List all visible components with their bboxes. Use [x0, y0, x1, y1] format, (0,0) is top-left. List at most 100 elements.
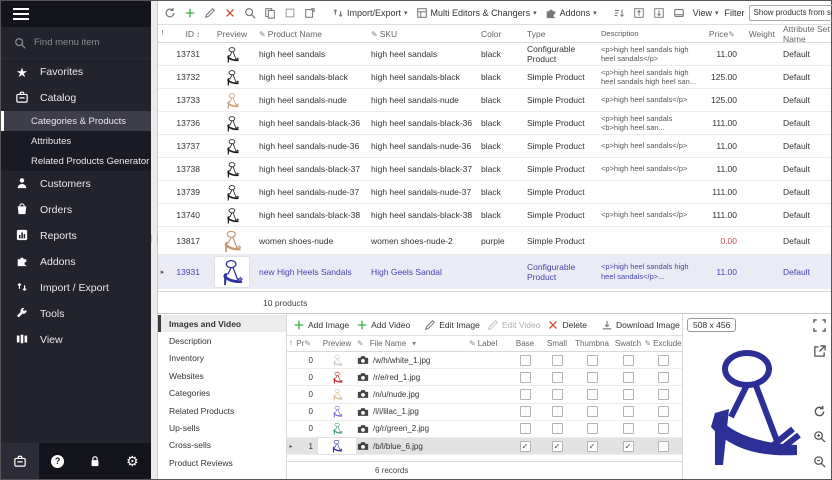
rotate-icon[interactable] [813, 405, 826, 423]
exclude-checkbox[interactable] [658, 372, 669, 383]
column-header-preview[interactable]: Preview [205, 29, 259, 39]
thumbnail-checkbox[interactable] [587, 372, 598, 383]
tab-description[interactable]: Description [158, 332, 286, 349]
hamburger-menu-icon[interactable] [13, 5, 29, 23]
small-checkbox[interactable] [552, 389, 563, 400]
base-checkbox[interactable] [520, 389, 531, 400]
product-row[interactable]: 13737 high heel sandals-nude-36high heel… [158, 135, 831, 158]
column-header-attribute-set[interactable]: Attribute Set Name [775, 25, 831, 44]
store-button[interactable] [1, 443, 39, 479]
settings-button[interactable]: ⚙ [114, 443, 151, 479]
sidebar-item-tools[interactable]: Tools [1, 301, 151, 327]
download-image-button[interactable]: Download Image [599, 317, 682, 333]
image-row[interactable]: 0 /g/r/green_2.jpg [287, 421, 682, 438]
column-header-type[interactable]: Type [527, 29, 601, 39]
swatch-checkbox[interactable] [623, 406, 634, 417]
tab-product-reviews[interactable]: Product Reviews [158, 454, 286, 471]
image-row[interactable]: 0 /w/h/white_1.jpg [287, 352, 682, 369]
sort-az-button[interactable] [611, 5, 627, 21]
sidebar-item-view[interactable]: View [1, 327, 151, 353]
add-video-button[interactable]: Add Video [354, 317, 412, 333]
small-checkbox[interactable] [552, 423, 563, 434]
product-row-selected[interactable]: ▸13931 new High Heels SandalsHigh Geels … [158, 255, 831, 289]
swatch-checkbox[interactable] [623, 389, 634, 400]
tab-cross-sells[interactable]: Cross-sells [158, 437, 286, 454]
select-checkbox-button[interactable] [282, 5, 298, 21]
panel-layout-button[interactable] [671, 5, 687, 21]
thumbnail-checkbox[interactable] [587, 389, 598, 400]
exclude-checkbox[interactable] [658, 441, 669, 452]
small-checkbox[interactable] [552, 441, 563, 452]
exclude-checkbox[interactable] [658, 355, 669, 366]
sidebar-item-catalog[interactable]: Catalog [1, 85, 151, 111]
sidebar-item-reports[interactable]: Reports [1, 223, 151, 249]
sidebar-item-favorites[interactable]: ★ Favorites [1, 59, 151, 85]
zoom-in-icon[interactable] [813, 430, 826, 448]
sidebar-item-related-products-generator[interactable]: Related Products Generator [1, 151, 151, 171]
swatch-checkbox[interactable] [623, 372, 634, 383]
column-header-sku[interactable]: ✎SKU [371, 29, 481, 39]
add-image-button[interactable]: Add Image [291, 317, 351, 333]
edit-product-button[interactable] [202, 5, 218, 21]
search-button[interactable] [242, 5, 258, 21]
sidebar-item-orders[interactable]: Orders [1, 197, 151, 223]
product-row[interactable]: 13736 high heel sandals-black-36high hee… [158, 112, 831, 135]
thumbnail-checkbox[interactable] [587, 406, 598, 417]
small-checkbox[interactable] [552, 355, 563, 366]
product-row[interactable]: 13732 high heel sandals-blackhigh heel s… [158, 66, 831, 89]
column-header-exclude[interactable]: ✎Exclude [645, 339, 681, 348]
tab-related-products[interactable]: Related Products [158, 402, 286, 419]
add-product-button[interactable] [182, 5, 198, 21]
fullscreen-icon[interactable] [813, 319, 826, 337]
column-header-thumbnail[interactable]: Thumbna [573, 339, 611, 348]
duplicate-button[interactable] [302, 5, 318, 21]
tab-up-sells[interactable]: Up-sells [158, 419, 286, 436]
sidebar-item-addons[interactable]: Addons [1, 249, 151, 275]
small-checkbox[interactable] [552, 372, 563, 383]
small-checkbox[interactable] [552, 406, 563, 417]
column-header-swatch[interactable]: Swatch [611, 339, 645, 348]
sidebar-item-import-export[interactable]: Import / Export [1, 275, 151, 301]
column-header-description[interactable]: Description [601, 29, 699, 38]
zoom-out-icon[interactable] [813, 455, 826, 473]
column-header-id[interactable]: ID↕ [167, 29, 205, 39]
product-row[interactable]: 13733 high heel sandals-nudehigh heel sa… [158, 89, 831, 112]
exclude-checkbox[interactable] [658, 423, 669, 434]
product-row[interactable]: 13817 women shoes-nudewomen shoes-nude-2… [158, 227, 831, 255]
base-checkbox[interactable] [520, 423, 531, 434]
panel-splitter[interactable]: ⋮⋮⋮⋮ [151, 1, 158, 479]
tab-categories[interactable]: Categories [158, 385, 286, 402]
column-header-file-name[interactable]: ✎File Name▾ [357, 339, 469, 348]
lock-button[interactable] [76, 443, 113, 479]
open-external-icon[interactable] [813, 345, 826, 363]
sidebar-item-attributes[interactable]: Attributes [1, 131, 151, 151]
column-header-label[interactable]: ✎Label [469, 339, 509, 348]
column-header-pr[interactable]: Pr✎ [295, 339, 317, 348]
view-menu[interactable]: View▾ [691, 6, 721, 20]
swatch-checkbox[interactable] [623, 423, 634, 434]
tab-images-and-video[interactable]: Images and Video [158, 315, 286, 332]
product-row[interactable]: 13739 high heel sandals-nude-37high heel… [158, 181, 831, 204]
edit-image-button[interactable]: Edit Image [422, 317, 482, 333]
sidebar-item-categories-products[interactable]: Categories & Products [1, 111, 151, 131]
thumbnail-checkbox[interactable] [587, 423, 598, 434]
expand-all-button[interactable] [631, 5, 647, 21]
help-button[interactable]: ? [39, 443, 76, 479]
delete-image-button[interactable]: Delete [545, 317, 589, 333]
base-checkbox[interactable] [520, 372, 531, 383]
thumbnail-checkbox[interactable] [587, 355, 598, 366]
base-checkbox[interactable] [520, 441, 531, 452]
tab-websites[interactable]: Websites [158, 367, 286, 384]
product-row[interactable]: 13740 high heel sandals-black-38high hee… [158, 204, 831, 227]
column-header-preview[interactable]: Preview [317, 339, 357, 348]
image-row[interactable]: 0 /r/e/red_1.jpg [287, 369, 682, 386]
thumbnail-checkbox[interactable] [587, 441, 598, 452]
refresh-button[interactable] [162, 5, 178, 21]
product-row[interactable]: 13738 high heel sandals-black-37high hee… [158, 158, 831, 181]
exclude-checkbox[interactable] [658, 389, 669, 400]
multi-editors-menu[interactable]: Multi Editors & Changers▾ [414, 5, 539, 21]
product-row[interactable]: 13731 high heel sandalshigh heel sandals… [158, 43, 831, 66]
image-row[interactable]: 0 /n/u/nude.jpg [287, 386, 682, 403]
sidebar-item-customers[interactable]: Customers [1, 171, 151, 197]
image-row[interactable]: 0 /l/i/lilac_1.jpg [287, 404, 682, 421]
